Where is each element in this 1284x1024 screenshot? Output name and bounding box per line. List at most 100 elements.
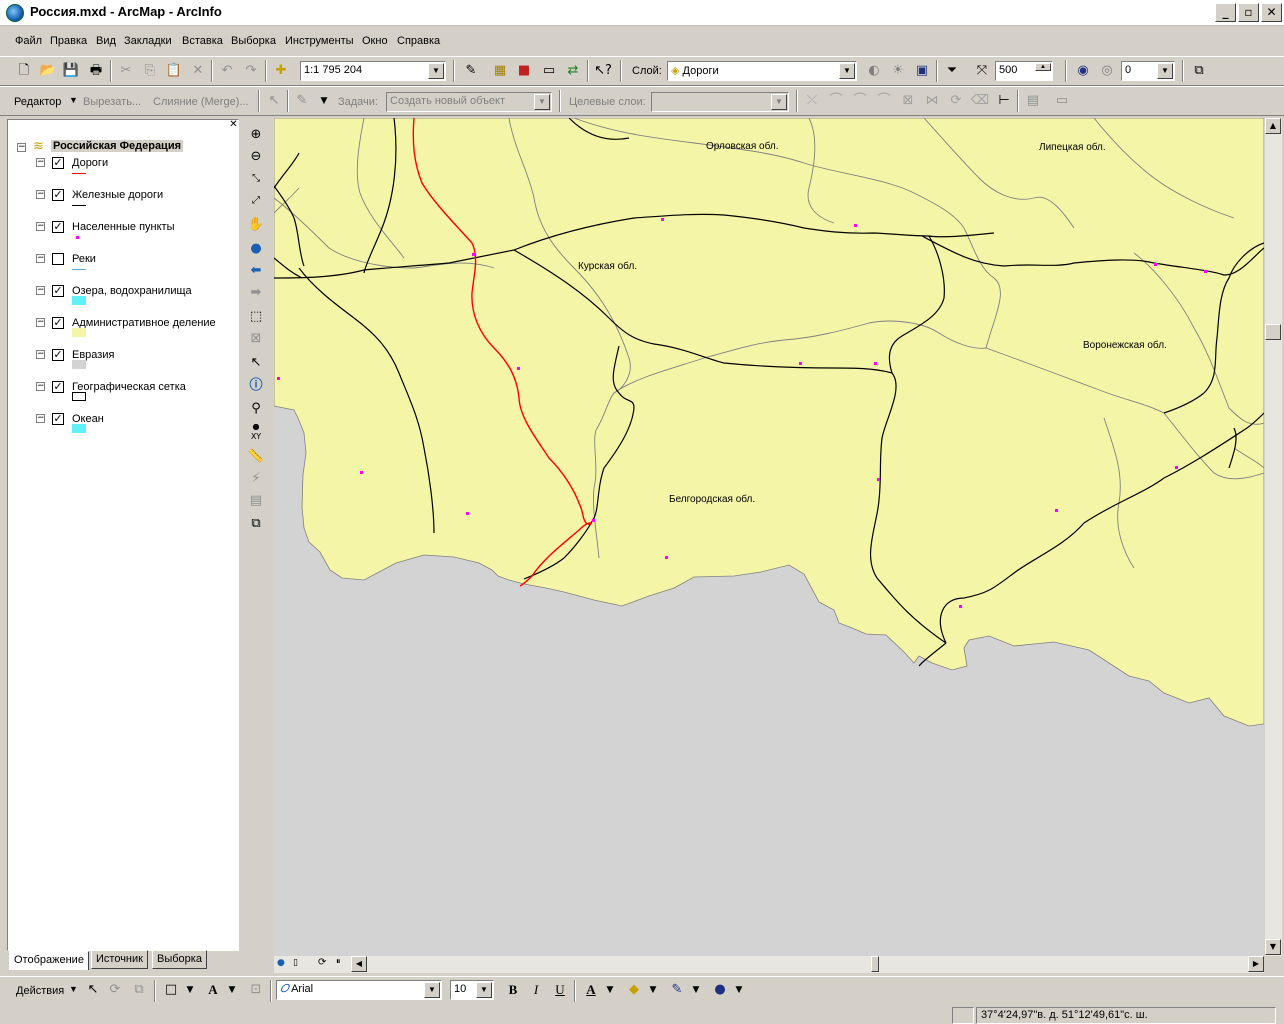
scroll-thumb[interactable] [871, 956, 879, 972]
select-elements-icon[interactable]: ↖ [246, 353, 266, 373]
underline-button[interactable]: U [550, 980, 570, 1000]
layer-combo[interactable]: ◈ Дороги ▼ [667, 61, 857, 81]
new-document-icon[interactable]: 🗋 [14, 61, 34, 81]
radio-off-icon[interactable]: ◎ [1097, 61, 1117, 81]
transparency-icon[interactable]: ▣ [912, 61, 932, 81]
collapse-icon[interactable]: − [36, 382, 45, 391]
open-folder-icon[interactable]: 📂 [38, 61, 58, 81]
modelbuilder-icon[interactable]: ⇄ [563, 61, 583, 81]
command-line-icon[interactable]: ▭ [539, 61, 559, 81]
arccatalog-icon[interactable]: ▦ [490, 61, 510, 81]
scroll-left-icon[interactable]: ◀ [351, 956, 367, 972]
chevron-down-icon[interactable]: ▼ [686, 980, 706, 1000]
chevron-down-icon[interactable]: ▼ [600, 980, 620, 1000]
tab-selection[interactable]: Выборка [152, 950, 207, 969]
fill-color-icon[interactable]: ◆ [624, 980, 644, 1000]
chevron-down-icon[interactable]: ▼ [314, 91, 334, 111]
layout-view-icon[interactable]: ▯ [293, 958, 305, 970]
rotate-icon[interactable]: ⟳ [105, 980, 125, 1000]
pause-drawing-icon[interactable]: ⏸ [336, 957, 348, 969]
font-color-button[interactable]: A [581, 980, 601, 1000]
layer-name[interactable]: Озера, водохранилища [72, 285, 192, 297]
bold-button[interactable]: B [503, 980, 523, 1000]
layer-visibility-checkbox[interactable]: ✓ [52, 221, 64, 233]
chevron-down-icon[interactable]: ▼ [534, 94, 550, 110]
font-size-combo[interactable]: 10 ▼ [450, 980, 494, 1000]
swipe-icon[interactable]: ⏷ [942, 61, 962, 81]
chevron-down-icon[interactable]: ▼ [839, 63, 855, 79]
maximize-button[interactable]: ▫ [1238, 3, 1259, 22]
curve-tool-icon[interactable]: ⌒ [874, 91, 894, 111]
back-arrow-icon[interactable]: ⬅ [246, 261, 266, 281]
arctoolbox-icon[interactable]: ■ [514, 61, 534, 81]
collapse-icon[interactable]: − [17, 143, 26, 152]
new-text-icon[interactable]: A [203, 980, 223, 1000]
menu-help[interactable]: Справка [397, 35, 440, 47]
chevron-down-icon[interactable]: ▼ [476, 982, 492, 998]
menu-window[interactable]: Окно [362, 35, 388, 47]
layer-visibility-checkbox[interactable]: ✓ [52, 157, 64, 169]
split-tool-icon[interactable]: ⤫ [802, 91, 822, 111]
menu-bookmarks[interactable]: Закладки [124, 35, 172, 47]
zoom-out-icon[interactable]: ⊖ [246, 147, 266, 167]
layer-name[interactable]: Реки [72, 253, 96, 265]
chevron-down-icon[interactable]: ▼ [771, 94, 787, 110]
menu-edit[interactable]: Правка [50, 35, 87, 47]
collapse-icon[interactable]: − [36, 286, 45, 295]
line-color-icon[interactable]: ✎ [667, 980, 687, 1000]
font-combo[interactable]: 𝑂 Arial ▼ [276, 980, 442, 1000]
measure-tool-icon[interactable]: ⊢ [994, 91, 1014, 111]
reshape-tool-icon[interactable]: ⊠ [898, 91, 918, 111]
fixed-zoom-out-icon[interactable]: ⤢ [246, 191, 266, 211]
cut-icon[interactable]: ✂ [116, 61, 136, 81]
menu-file[interactable]: Файл [15, 35, 42, 47]
sketch-tool-icon[interactable]: ✎ [292, 91, 312, 111]
add-data-icon[interactable]: ✚ [271, 61, 291, 81]
magnifier-window-icon[interactable]: ⧉ [1189, 61, 1209, 81]
topology-tool-icon[interactable]: ⋈ [922, 91, 942, 111]
layer-name[interactable]: Железные дороги [72, 189, 163, 201]
menu-tools[interactable]: Инструменты [285, 35, 354, 47]
chevron-down-icon[interactable]: ▼ [69, 984, 78, 994]
html-popup-icon[interactable]: ▤ [246, 491, 266, 511]
layer-visibility-checkbox[interactable]: ✓ [52, 189, 64, 201]
editor-toolbar-icon[interactable]: ✎ [461, 61, 481, 81]
spinner-up-icon[interactable]: ▲ [1035, 63, 1051, 71]
undo-icon[interactable]: ↶ [217, 61, 237, 81]
layer-name[interactable]: Географическая сетка [72, 381, 186, 393]
hyperlink-icon[interactable]: ⚡ [246, 469, 266, 489]
fixed-zoom-in-icon[interactable]: ⤡ [246, 169, 266, 189]
merge-label[interactable]: Слияние (Merge)... [153, 96, 249, 108]
zoom-fix-icon[interactable]: ⤧ [972, 61, 992, 81]
close-button[interactable]: ✕ [1261, 3, 1282, 22]
menu-view[interactable]: Вид [96, 35, 116, 47]
whats-this-icon[interactable]: ↖? [593, 61, 613, 81]
create-viewer-window-icon[interactable]: ⧉ [246, 514, 266, 534]
rectangle-icon[interactable]: □ [161, 980, 181, 1000]
layer-visibility-checkbox[interactable]: ✓ [52, 381, 64, 393]
rotate-tool-icon[interactable]: ⟳ [946, 91, 966, 111]
collapse-icon[interactable]: − [36, 414, 45, 423]
measure-icon[interactable]: 📏 [246, 447, 266, 467]
collapse-icon[interactable]: − [36, 350, 45, 359]
collapse-icon[interactable]: − [36, 158, 45, 167]
eraser-tool-icon[interactable]: ⌫ [970, 91, 990, 111]
drawing-menu[interactable]: Действия [16, 985, 64, 997]
arc-tool-icon[interactable]: ⌒ [850, 91, 870, 111]
chevron-down-icon[interactable]: ▼ [428, 63, 444, 79]
menu-insert[interactable]: Вставка [182, 35, 223, 47]
cut-polygons-label[interactable]: Вырезать... [83, 96, 141, 108]
collapse-icon[interactable]: − [36, 254, 45, 263]
scroll-thumb[interactable] [1265, 324, 1281, 340]
edit-vertices-icon[interactable]: ⊡ [246, 980, 266, 1000]
layer-visibility-checkbox[interactable]: ✓ [52, 413, 64, 425]
layer-visibility-checkbox[interactable] [52, 253, 64, 265]
brightness-icon[interactable]: ☀ [888, 61, 908, 81]
minimize-button[interactable]: _ [1215, 3, 1236, 22]
collapse-icon[interactable]: − [36, 318, 45, 327]
chevron-down-icon[interactable]: ▼ [222, 980, 242, 1000]
scroll-right-icon[interactable]: ▶ [1248, 956, 1264, 972]
vertical-scrollbar[interactable]: ▲ ▼ [1265, 118, 1282, 956]
zoom-value-field[interactable]: 500 ▲ [995, 61, 1053, 81]
find-binoculars-icon[interactable]: ⚲ [246, 399, 266, 419]
